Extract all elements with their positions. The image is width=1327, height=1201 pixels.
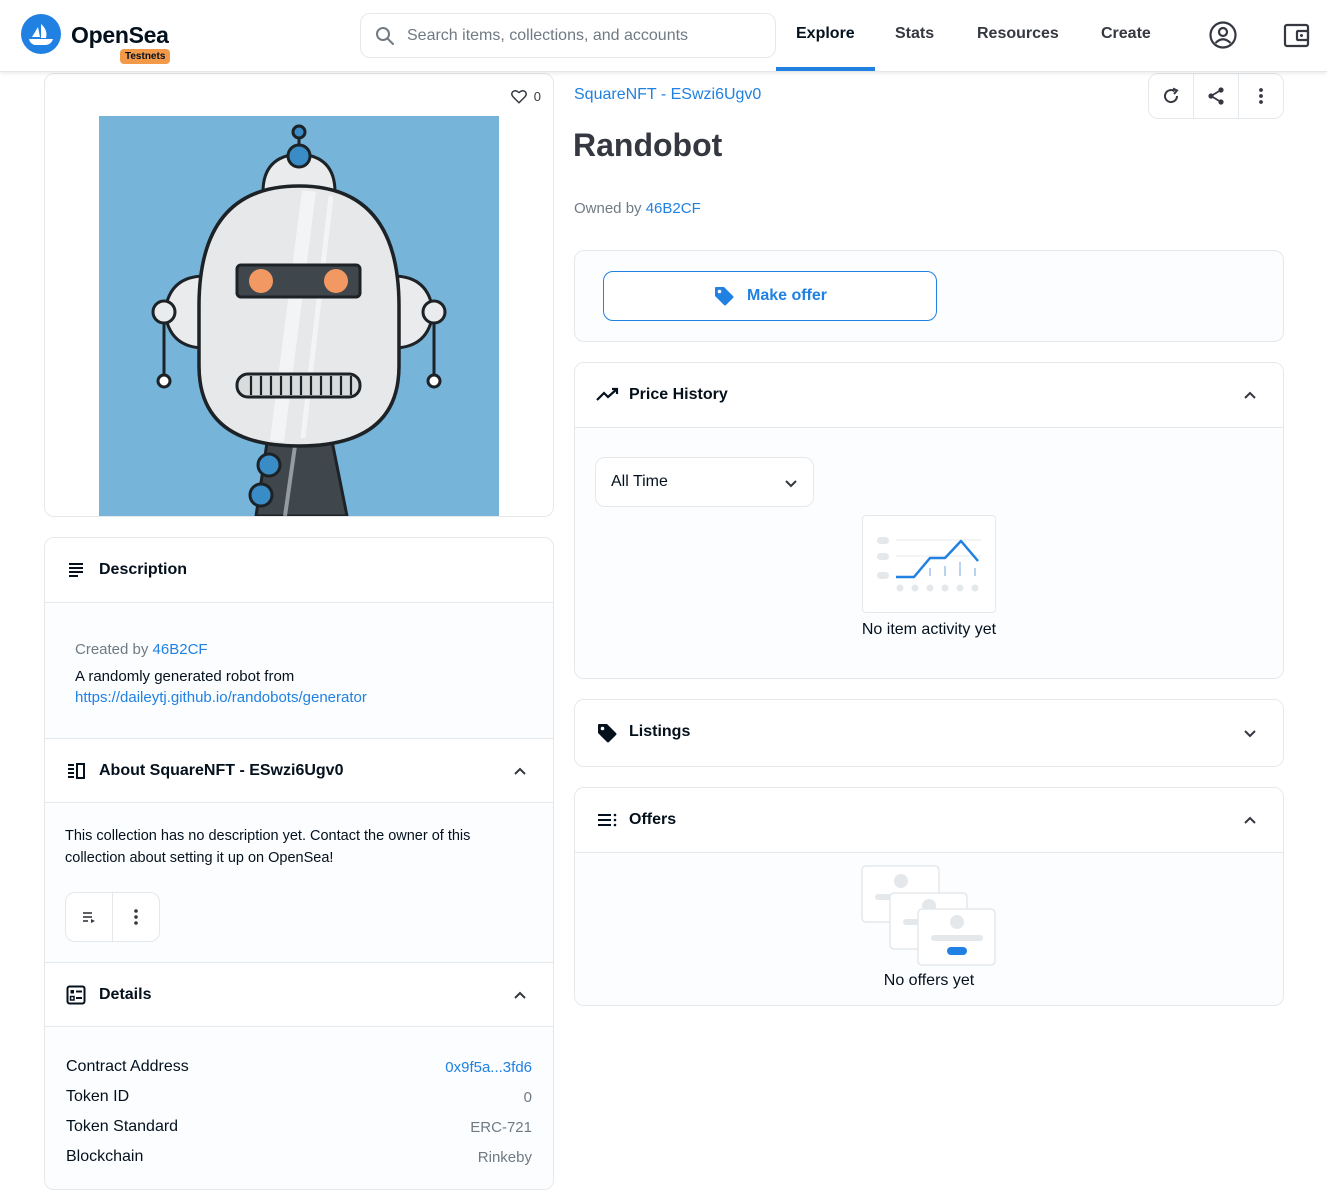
created-by-label: Created by [75,641,149,658]
share-button[interactable] [1194,74,1239,118]
contract-address-link[interactable]: 0x9f5a...3fd6 [445,1059,532,1076]
item-actions [1148,73,1284,119]
favorite-button[interactable]: 0 [510,87,541,105]
details-body: Contract Address 0x9f5a...3fd6 Token ID … [45,1028,553,1189]
detail-value: 0 [523,1089,532,1106]
created-by: Created by 46B2CF [75,641,208,658]
detail-value: ERC-721 [470,1119,532,1136]
offers-header[interactable]: Offers [575,788,1283,853]
detail-label: Token Standard [66,1118,179,1135]
about-text-line-1: This collection has no description yet. … [65,828,471,844]
refresh-button[interactable] [1149,74,1194,118]
search-input[interactable] [407,24,767,48]
detail-row-token-id: Token ID 0 [66,1088,532,1106]
account-icon[interactable] [1208,20,1238,50]
make-offer-button[interactable]: Make offer [603,271,937,321]
robot-illustration[interactable] [99,116,499,516]
active-nav-indicator [776,67,875,71]
listings-header[interactable]: Listings [575,700,1283,766]
playlist-icon [83,912,95,923]
time-range-value: All Time [611,473,668,490]
owner-link[interactable]: 46B2CF [646,200,701,217]
price-history-body: All Time No item activity yet [575,429,1283,678]
detail-label: Blockchain [66,1148,144,1165]
refresh-icon [1164,87,1179,104]
price-history-empty-text: No item activity yet [861,621,997,638]
empty-offers-illustration [861,865,996,966]
collection-more-button[interactable] [113,893,159,941]
about-collection-body: This collection has no description yet. … [45,804,553,962]
detail-value: Rinkeby [477,1149,532,1166]
chevron-up-icon[interactable] [1243,814,1257,828]
more-options-button[interactable] [1239,74,1283,118]
nav-resources[interactable]: Resources [977,25,1059,43]
detail-label: Contract Address [66,1058,189,1075]
description-header: Description [45,538,553,603]
make-offer-label: Make offer [746,287,828,304]
wallet-icon[interactable] [1282,20,1312,50]
share-icon [1208,87,1224,105]
price-history-header[interactable]: Price History [575,363,1283,428]
detail-row-blockchain: Blockchain Rinkeby [66,1148,532,1166]
offer-panel: Make offer [574,250,1284,342]
price-history-panel: Price History All Time No item activity … [574,362,1284,679]
search-icon [376,27,394,45]
about-collection-title: About SquareNFT - ESwzi6Ugv0 [99,762,344,779]
listings-title: Listings [629,723,691,740]
description-lines-icon [69,563,83,577]
description-text: A randomly generated robot from [75,668,295,685]
trending-icon [596,387,619,401]
nav-stats[interactable]: Stats [895,25,934,43]
chevron-down-icon [785,480,797,488]
detail-label: Token ID [66,1088,130,1105]
time-range-select[interactable]: All Time [595,457,814,507]
top-navigation-bar: OpenSea Testnets Explore Stats Resources… [0,0,1327,72]
empty-chart-illustration [862,515,996,613]
nav-create[interactable]: Create [1101,25,1151,43]
opensea-logo-icon[interactable] [21,14,61,54]
listings-panel: Listings [574,699,1284,767]
tag-icon [598,724,617,743]
detail-row-token-standard: Token Standard ERC-721 [66,1118,532,1136]
favorite-count: 0 [533,88,541,104]
item-title: Randobot [573,127,723,163]
details-grid-icon [66,985,86,1005]
description-panel: Description Created by 46B2CF A randomly… [44,537,554,1190]
creator-link[interactable]: 46B2CF [153,641,208,658]
chevron-up-icon[interactable] [513,989,527,1003]
offers-title: Offers [629,811,677,828]
price-history-title: Price History [629,386,728,403]
collection-info-icon [68,763,85,779]
tag-icon [714,287,734,306]
testnets-badge: Testnets [120,49,171,64]
heart-icon [510,90,527,104]
list-icon [598,813,617,827]
offers-empty-text: No offers yet [883,972,975,989]
offers-panel: Offers No offers yet [574,787,1284,1006]
chevron-down-icon[interactable] [1243,726,1257,740]
details-title: Details [99,986,152,1003]
collection-activity-button[interactable] [66,893,113,941]
about-text-line-2: collection about setting it up on OpenSe… [65,850,334,866]
generator-link[interactable]: https://daileytj.github.io/randobots/gen… [75,689,367,706]
collection-actions [65,892,160,942]
more-vertical-icon [1259,88,1263,104]
brand-name[interactable]: OpenSea [71,22,169,49]
description-title: Description [99,561,188,578]
owned-by-label: Owned by [574,200,642,217]
nft-image-card: 0 [44,73,554,517]
chevron-up-icon[interactable] [1243,389,1257,403]
detail-row-contract: Contract Address 0x9f5a...3fd6 [66,1058,532,1076]
owned-by: Owned by 46B2CF [574,200,701,217]
search-bar[interactable] [360,13,776,58]
chevron-up-icon[interactable] [513,765,527,779]
collection-link[interactable]: SquareNFT - ESwzi6Ugv0 [574,86,761,104]
nav-explore[interactable]: Explore [796,25,855,43]
details-header[interactable]: Details [45,962,553,1027]
description-body: Created by 46B2CF A randomly generated r… [45,604,553,738]
offers-body: No offers yet [575,854,1283,1005]
about-collection-header[interactable]: About SquareNFT - ESwzi6Ugv0 [45,738,553,803]
more-vertical-icon [134,909,138,925]
